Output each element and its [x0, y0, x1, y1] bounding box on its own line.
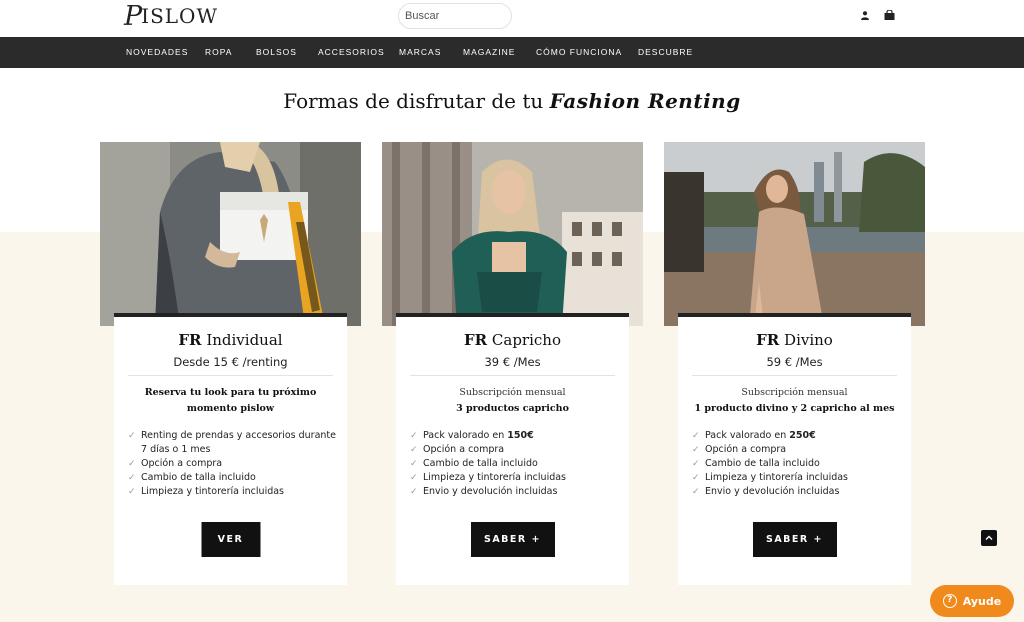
help-button[interactable]: ? Ayude	[930, 585, 1014, 617]
plan-name-prefix: FR	[756, 331, 780, 349]
plan-features: ✓ Renting de prendas y accesorios durante…	[128, 429, 338, 499]
plan-name-rest: Capricho	[491, 331, 561, 349]
search-input[interactable]	[398, 3, 512, 29]
plan-subtitle-detail: 3 productos capricho	[456, 403, 569, 414]
question-icon: ?	[942, 594, 957, 608]
plan-photo-divino[interactable]	[664, 142, 925, 326]
checkmark-icon: ✓	[410, 487, 418, 497]
plan-subtitle: Reserva tu look para tu próximo	[144, 387, 317, 398]
user-icon[interactable]	[861, 11, 869, 20]
checkmark-icon: ✓	[410, 459, 418, 469]
plan-card-capricho: FR Capricho 39 € /Mes Subscripción mensu…	[396, 313, 629, 585]
plan-price: 39 € /Mes	[484, 355, 541, 369]
checkmark-icon: ✓	[410, 473, 418, 483]
saber-mas-button[interactable]: SABER +	[752, 522, 837, 557]
checkmark-icon: ✓	[692, 431, 700, 441]
help-label: Ayude	[962, 594, 1002, 608]
main-nav: NOVEDADES ROPA BOLSOS ACCESORIOS MARCAS …	[0, 37, 1024, 68]
plan-features: ✓ Pack valorado en 250€ ✓ Opción a compra …	[692, 429, 902, 499]
page-title-emphasis: Fashion Renting	[549, 89, 741, 113]
plan-divider	[692, 375, 897, 376]
feature-item: ✓ Opción a compra	[128, 458, 223, 469]
plan-features: ✓ Pack valorado en 150€ ✓ Opción a compra …	[410, 429, 620, 499]
checkmark-icon: ✓	[692, 445, 700, 455]
feature-item: ✓ Renting de prendas y accesorios durante	[128, 430, 336, 441]
plan-card-divino: FR Divino 59 € /Mes Subscripción mensual…	[678, 313, 911, 585]
page-title: Formas de disfrutar de tu Fashion Rentin…	[0, 89, 1024, 113]
nav-item-magazine[interactable]: MAGAZINE	[463, 37, 515, 68]
ver-button[interactable]: VER	[201, 522, 260, 557]
feature-item: ✓ Opción a compra	[410, 444, 505, 455]
plan-subtitle: Subscripción mensual	[459, 387, 566, 398]
checkmark-icon: ✓	[128, 473, 136, 483]
plan-name: FR Divino	[678, 331, 911, 349]
plan-card-individual: FR Individual Desde 15 € /renting Reserv…	[114, 313, 347, 585]
feature-item: ✓ Limpieza y tintorería incluidas	[410, 472, 567, 483]
feature-item: ✓ Limpieza y tintorería incluidas	[692, 472, 849, 483]
plan-divider	[410, 375, 615, 376]
nav-item-ropa[interactable]: ROPA	[205, 37, 232, 68]
checkmark-icon: ✓	[410, 431, 418, 441]
page-title-plain: Formas de disfrutar de tu	[283, 89, 550, 113]
plan-divider	[128, 375, 333, 376]
saber-mas-button[interactable]: SABER +	[470, 522, 555, 557]
feature-item: ✓ Cambio de talla incluido	[692, 458, 820, 469]
nav-item-como-funciona[interactable]: CÓMO FUNCIONA	[536, 37, 622, 68]
feature-item: ✓ Cambio de talla incluido	[128, 472, 256, 483]
checkmark-icon: ✓	[692, 487, 700, 497]
feature-item: ✓ Opción a compra	[692, 444, 787, 455]
checkmark-icon: ✓	[692, 473, 700, 483]
plan-subtitle-detail: 1 producto divino y 2 capricho al mes	[694, 403, 895, 414]
nav-item-bolsos[interactable]: BOLSOS	[256, 37, 297, 68]
site-logo[interactable]: P ISLOW	[124, 3, 218, 30]
checkmark-icon: ✓	[128, 431, 136, 441]
scroll-top-button[interactable]	[981, 530, 997, 546]
site-header: P ISLOW	[0, 0, 1024, 37]
feature-item: ✓ Limpieza y tintorería incluidas	[128, 486, 285, 497]
plan-name: FR Capricho	[396, 331, 629, 349]
checkmark-icon: ✓	[128, 459, 136, 469]
feature-item: 7 días o 1 mes	[141, 444, 211, 455]
feature-item: ✓ Pack valorado en 250€	[692, 430, 816, 441]
plan-name: FR Individual	[114, 331, 347, 349]
plan-price: Desde 15 € /renting	[173, 355, 288, 369]
feature-item: ✓ Envio y devolución incluidas	[692, 486, 840, 497]
plan-name-prefix: FR	[464, 331, 488, 349]
chevron-up-icon	[985, 535, 993, 540]
feature-item: ✓ Pack valorado en 150€	[410, 430, 534, 441]
plan-photo-capricho[interactable]	[382, 142, 643, 326]
nav-item-novedades[interactable]: NOVEDADES	[126, 37, 188, 68]
logo-word: ISLOW	[141, 4, 219, 28]
plan-price: 59 € /Mes	[766, 355, 823, 369]
nav-item-descubre[interactable]: DESCUBRE	[638, 37, 693, 68]
feature-item: ✓ Cambio de talla incluido	[410, 458, 538, 469]
plan-name-rest: Divino	[784, 331, 833, 349]
nav-item-marcas[interactable]: MARCAS	[399, 37, 441, 68]
plan-name-rest: Individual	[206, 331, 283, 349]
checkmark-icon: ✓	[410, 445, 418, 455]
plan-name-prefix: FR	[178, 331, 202, 349]
plan-subtitle: Subscripción mensual	[741, 387, 848, 398]
plan-subtitle-detail: momento pislow	[186, 403, 275, 414]
checkmark-icon: ✓	[128, 487, 136, 497]
feature-item: ✓ Envio y devolución incluidas	[410, 486, 558, 497]
checkmark-icon: ✓	[692, 459, 700, 469]
nav-item-accesorios[interactable]: ACCESORIOS	[318, 37, 385, 68]
plan-photo-individual[interactable]	[100, 142, 361, 326]
shopping-bag-icon[interactable]	[884, 10, 895, 20]
